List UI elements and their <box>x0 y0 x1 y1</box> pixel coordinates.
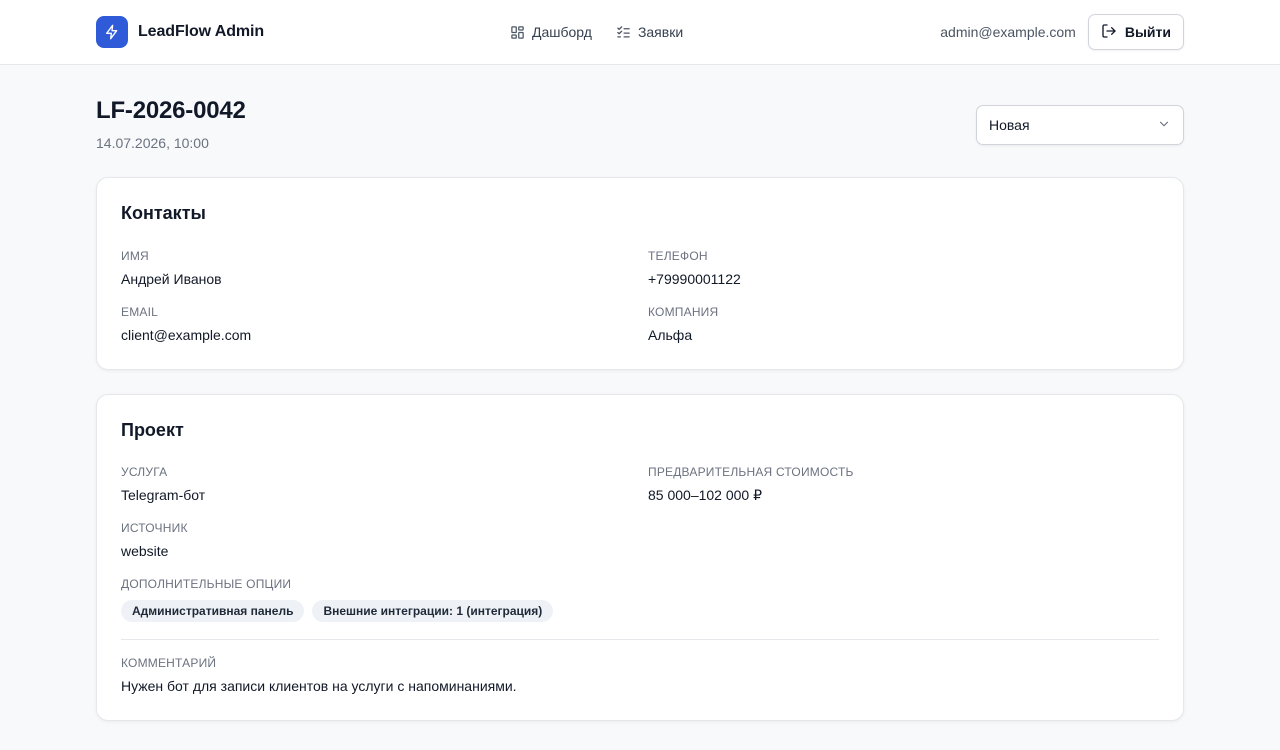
field-value: Альфа <box>648 327 693 343</box>
field-value: client@example.com <box>121 327 252 343</box>
field-label: ДОПОЛНИТЕЛЬНЫЕ ОПЦИИ <box>121 577 292 591</box>
page-title: LF-2026-0042 <box>96 97 246 124</box>
project-source-field: ИСТОЧНИК website <box>121 521 188 559</box>
project-comment-field: КОММЕНТАРИЙ Нужен бот для записи клиенто… <box>121 656 517 694</box>
app-name: LeadFlow Admin <box>138 23 265 40</box>
field-value: +79990001122 <box>648 271 741 287</box>
field-label: КОМПАНИЯ <box>648 305 719 319</box>
chevron-down-icon <box>1157 117 1171 134</box>
project-card: Проект УСЛУГА Telegram-бот ПРЕДВАРИТЕЛЬН… <box>96 394 1184 721</box>
project-service-field: УСЛУГА Telegram-бот <box>121 465 205 503</box>
option-chip: Административная панель <box>121 600 305 622</box>
project-card-title: Проект <box>121 420 184 440</box>
nav-item-dashboard[interactable]: Дашборд <box>510 24 592 40</box>
lead-date: 14.07.2026, 10:00 <box>96 135 209 151</box>
nav-item-leads[interactable]: Заявки <box>616 24 683 40</box>
user-email: admin@example.com <box>940 24 1076 40</box>
field-label: ИМЯ <box>121 249 149 263</box>
option-chip: Внешние интеграции: 1 (интеграция) <box>312 600 554 622</box>
field-value: Telegram-бот <box>121 487 206 503</box>
top-navigation-bar: LeadFlow Admin Дашборд Заявки admin@exam… <box>0 0 1280 65</box>
field-value: 85 000–102 000 ₽ <box>648 487 763 503</box>
logout-label: Выйти <box>1124 24 1171 40</box>
contact-email-field: EMAIL client@example.com <box>121 305 251 343</box>
field-label: EMAIL <box>121 305 159 319</box>
field-label: ИСТОЧНИК <box>121 521 188 535</box>
project-options-field: ДОПОЛНИТЕЛЬНЫЕ ОПЦИИ <box>121 577 291 591</box>
status-select-value: Новая <box>989 117 1030 133</box>
field-label: УСЛУГА <box>121 465 168 479</box>
status-select[interactable]: Новая <box>976 105 1184 145</box>
contacts-card-title: Контакты <box>121 203 206 223</box>
lead-detail-page: LF-2026-0042 14.07.2026, 10:00 Новая Кон… <box>96 65 1184 721</box>
user-area: admin@example.com Выйти <box>940 14 1184 50</box>
main-nav: Дашборд Заявки <box>510 24 683 40</box>
field-value: Нужен бот для записи клиентов на услуги … <box>121 678 517 694</box>
lightning-bolt-icon <box>96 16 128 48</box>
nav-item-label: Заявки <box>637 24 684 40</box>
contact-phone-field: ТЕЛЕФОН +79990001122 <box>648 249 741 287</box>
logout-button[interactable]: Выйти <box>1087 14 1184 50</box>
project-price-field: ПРЕДВАРИТЕЛЬНАЯ СТОИМОСТЬ 85 000–102 000… <box>648 465 854 504</box>
field-label: ПРЕДВАРИТЕЛЬНАЯ СТОИМОСТЬ <box>648 465 854 479</box>
contact-company-field: КОМПАНИЯ Альфа <box>648 305 718 343</box>
field-label: ТЕЛЕФОН <box>648 249 708 263</box>
contact-name-field: ИМЯ Андрей Иванов <box>121 249 222 287</box>
options-chip-list: Административная панель Внешние интеграц… <box>121 600 554 622</box>
dashboard-grid-icon <box>510 25 525 40</box>
page-header: LF-2026-0042 14.07.2026, 10:00 Новая <box>96 65 1184 177</box>
logout-icon <box>1101 23 1117 42</box>
field-value: website <box>121 543 169 559</box>
brand[interactable]: LeadFlow Admin <box>96 16 264 48</box>
field-label: КОММЕНТАРИЙ <box>121 656 217 670</box>
divider <box>121 639 1159 640</box>
nav-item-label: Дашборд <box>532 24 592 40</box>
field-value: Андрей Иванов <box>121 271 222 287</box>
checklist-icon <box>616 25 631 40</box>
contacts-card: Контакты ИМЯ Андрей Иванов ТЕЛЕФОН +7999… <box>96 177 1184 370</box>
